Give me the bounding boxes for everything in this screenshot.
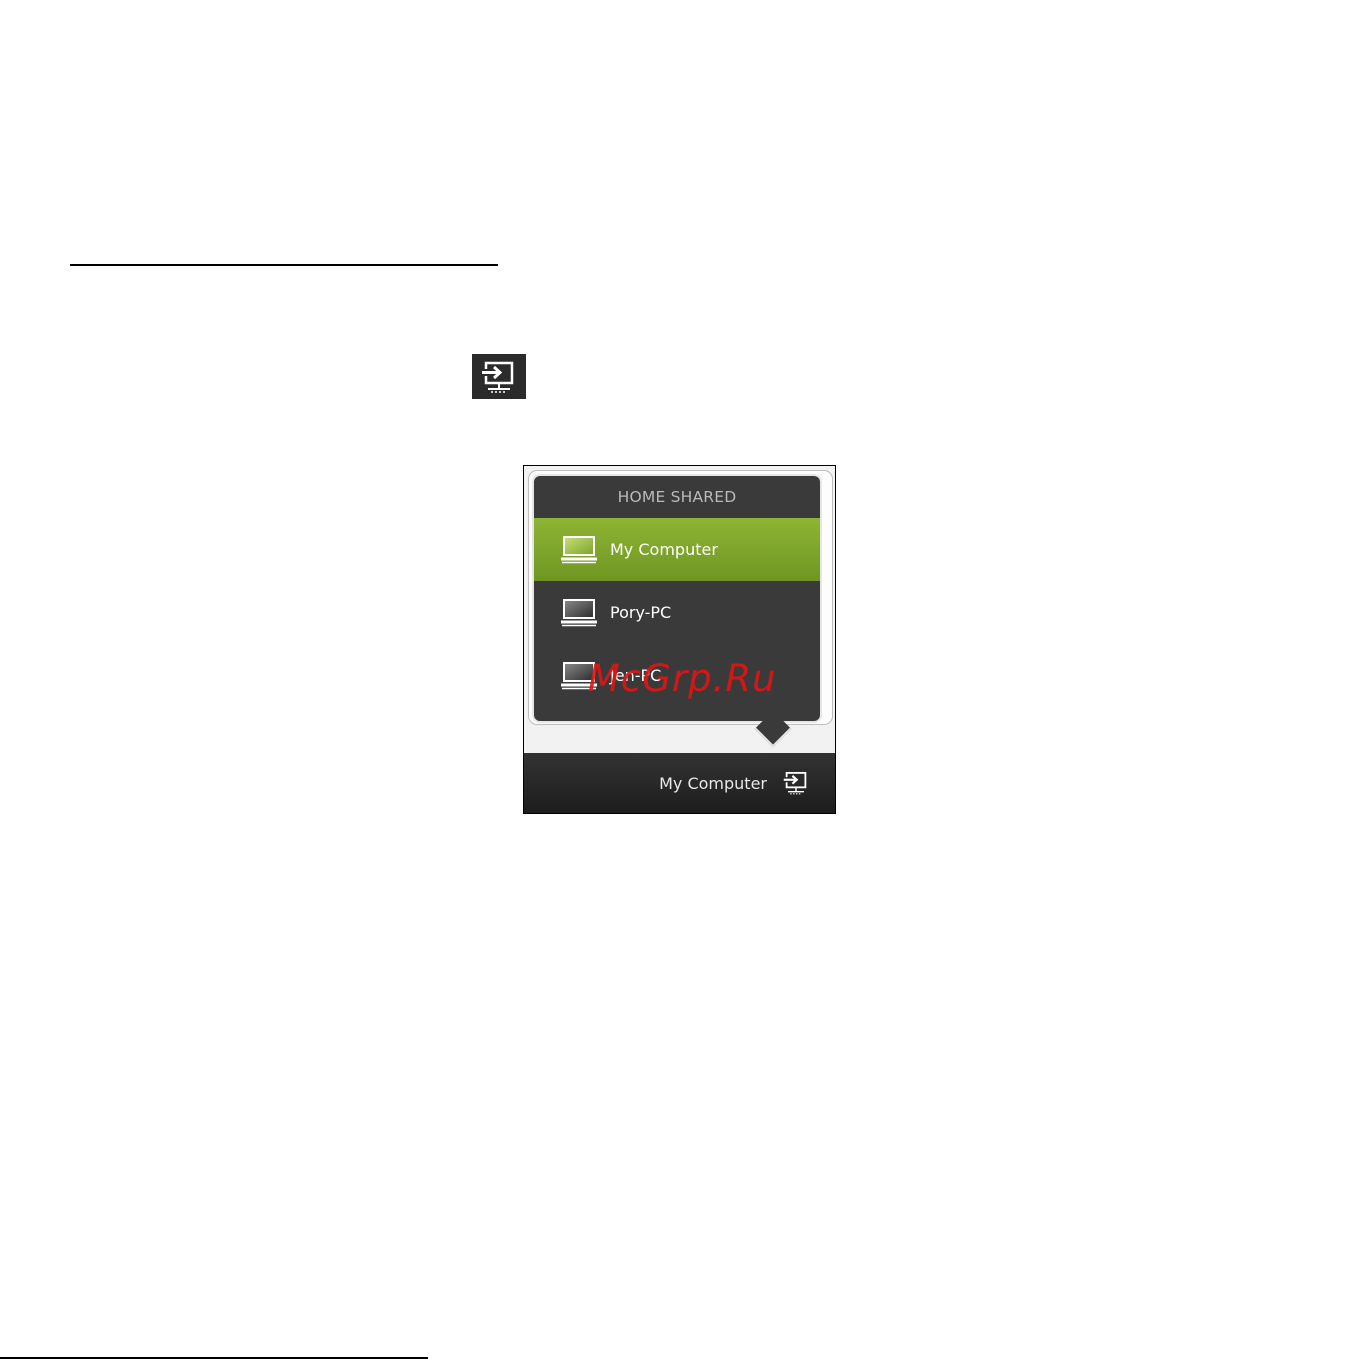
device-label: Pory-PC <box>610 603 672 622</box>
display-switch-icon <box>472 354 526 399</box>
device-list: My Computer Pory-PC Jen-PC <box>534 518 820 707</box>
device-item-my-computer[interactable]: My Computer <box>534 518 820 581</box>
laptop-icon <box>561 535 597 563</box>
laptop-icon <box>561 661 597 689</box>
device-item-pory-pc[interactable]: Pory-PC <box>534 581 820 644</box>
current-device-label[interactable]: My Computer <box>659 774 767 793</box>
media-sharing-screenshot: HOME SHARED My Computer Pory-PC Jen-PC M… <box>523 465 836 814</box>
popup-header: HOME SHARED <box>617 488 737 506</box>
section-rule <box>70 264 498 266</box>
taskbar: My Computer <box>524 753 835 813</box>
device-label: My Computer <box>610 540 718 559</box>
footer-rule <box>0 1357 428 1359</box>
device-item-jen-pc[interactable]: Jen-PC <box>534 644 820 707</box>
popup-pointer-mask <box>750 707 794 717</box>
display-switch-icon[interactable] <box>781 770 811 796</box>
device-label: Jen-PC <box>610 666 662 685</box>
laptop-icon <box>561 598 597 626</box>
device-popup: HOME SHARED My Computer Pory-PC Jen-PC <box>532 474 822 723</box>
